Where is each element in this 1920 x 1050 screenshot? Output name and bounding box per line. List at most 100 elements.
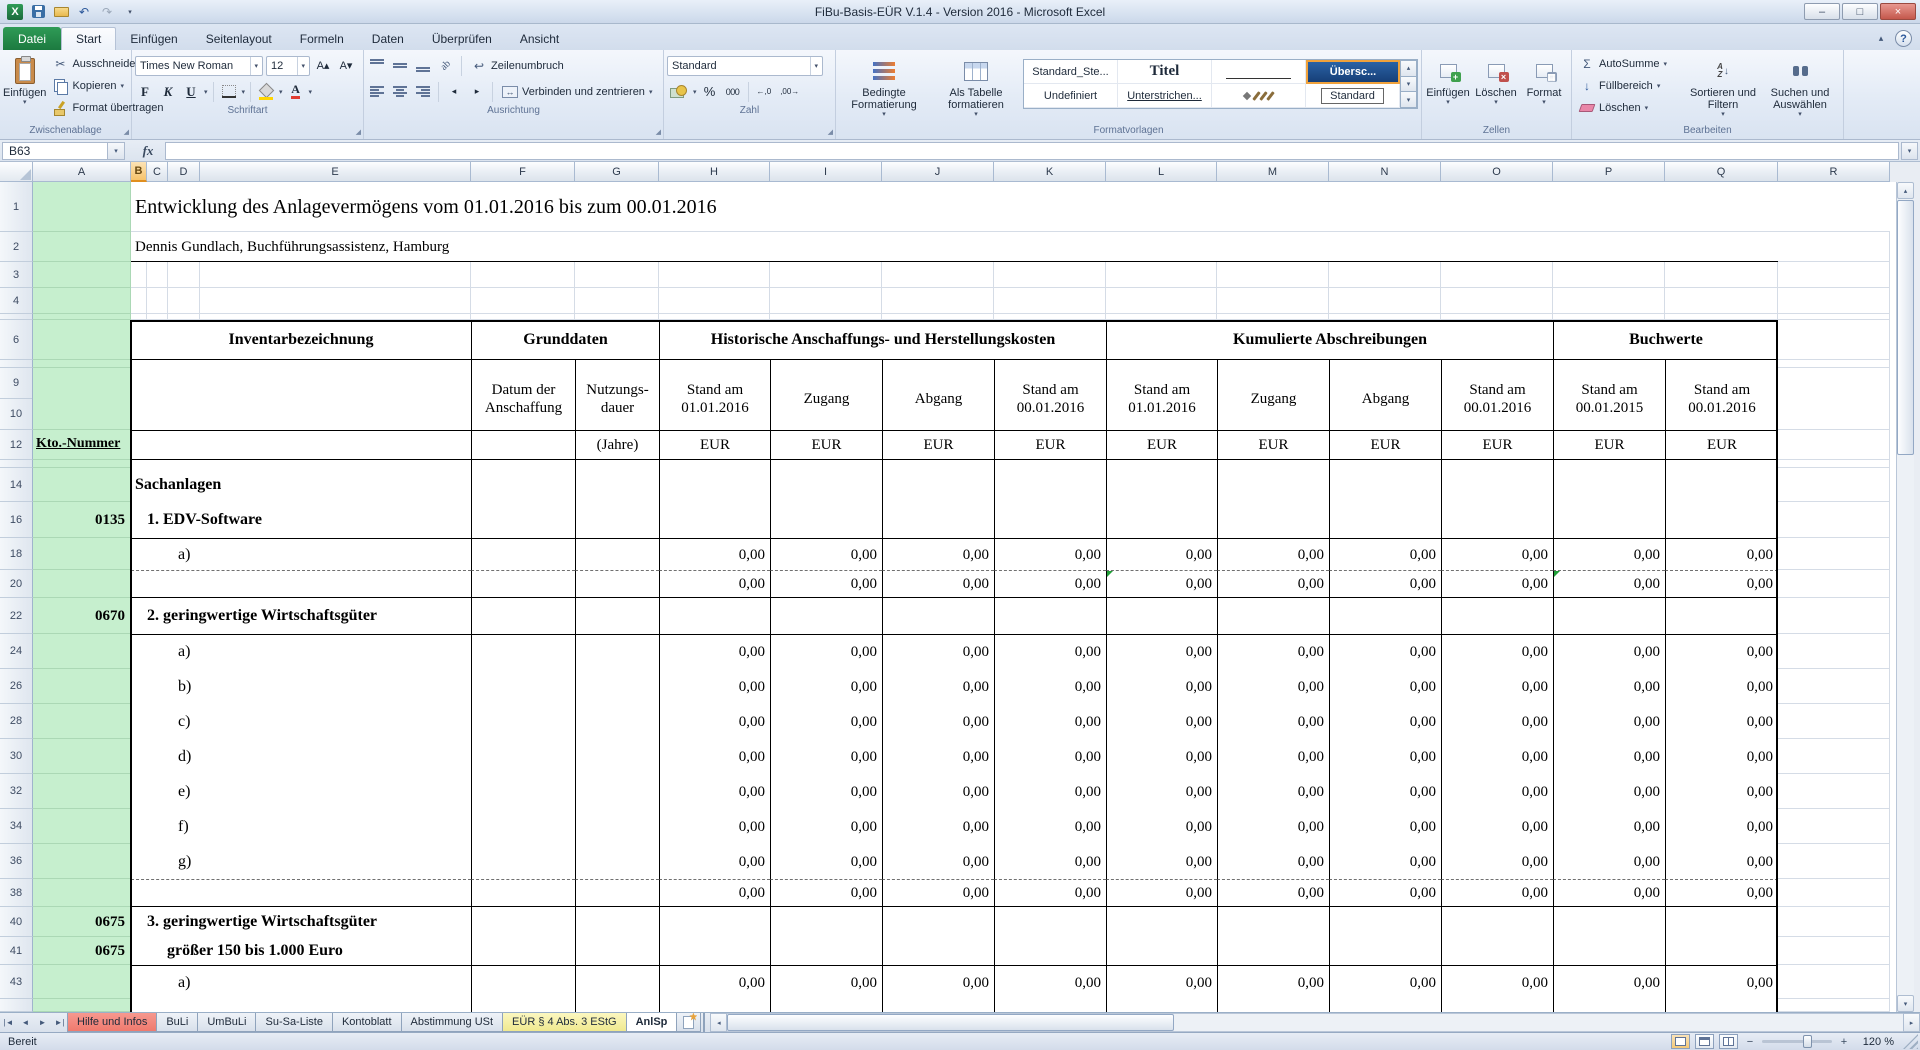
grid-cell[interactable] xyxy=(1553,937,1665,965)
grid-cell[interactable]: 0,00 xyxy=(994,739,1106,774)
select-all-corner[interactable] xyxy=(0,162,33,182)
zoom-out-button[interactable]: − xyxy=(1743,1035,1757,1049)
grid-cell[interactable]: 0,00 xyxy=(1217,704,1329,739)
grid-cell[interactable]: 0,00 xyxy=(770,669,882,704)
qat-customize-button[interactable]: ▾ xyxy=(120,3,140,21)
grid-cell[interactable] xyxy=(471,468,575,502)
formula-input[interactable] xyxy=(165,142,1899,160)
grid-cell[interactable] xyxy=(33,232,131,262)
underline-dropdown[interactable]: ▾ xyxy=(204,88,208,96)
grid-cell[interactable] xyxy=(471,774,575,809)
column-header-M[interactable]: M xyxy=(1217,162,1329,182)
grid-cell[interactable]: 0,00 xyxy=(1329,570,1441,598)
column-header-B[interactable]: B xyxy=(131,162,147,182)
grid-cell[interactable] xyxy=(1441,262,1553,288)
grid-cell[interactable]: 0,00 xyxy=(882,844,994,879)
grid-cell[interactable] xyxy=(471,460,575,468)
row-header[interactable]: 41 xyxy=(0,937,33,965)
grid-cell[interactable] xyxy=(471,739,575,774)
cell-style-item[interactable]: Undefiniert xyxy=(1024,84,1118,108)
grid-cell[interactable] xyxy=(575,999,659,1012)
column-header-L[interactable]: L xyxy=(1106,162,1217,182)
currency-dropdown[interactable]: ▾ xyxy=(693,88,697,96)
horizontal-scrollbar-track[interactable] xyxy=(727,1013,1903,1032)
grid-cell[interactable] xyxy=(1778,598,1890,634)
grid-cell[interactable] xyxy=(994,460,1106,468)
decrease-indent-button[interactable]: ◂ xyxy=(444,82,464,102)
row-header[interactable]: 1 xyxy=(0,182,33,232)
grid-cell[interactable] xyxy=(575,739,659,774)
grid-cell[interactable]: 0,00 xyxy=(1106,704,1217,739)
grid-cell[interactable]: 0,00 xyxy=(882,965,994,999)
resize-grip[interactable] xyxy=(1903,1034,1918,1049)
grid-cell[interactable] xyxy=(1441,460,1553,468)
grow-font-button[interactable]: A▴ xyxy=(313,56,333,76)
tab-einfuegen[interactable]: Einfügen xyxy=(116,27,191,50)
grid-cell[interactable]: c) xyxy=(131,704,471,739)
grid-cell[interactable]: 0,00 xyxy=(1441,879,1553,907)
font-color-dropdown[interactable]: ▾ xyxy=(309,88,313,96)
grid-cell[interactable]: 0,00 xyxy=(659,538,770,570)
grid-cell[interactable] xyxy=(575,570,659,598)
grid-cell[interactable]: 0,00 xyxy=(1665,844,1778,879)
grid-cell[interactable]: 0,00 xyxy=(882,879,994,907)
sheet-tab-su-sa-liste[interactable]: Su-Sa-Liste xyxy=(255,1013,332,1032)
grid-cell[interactable]: 1. EDV-Software xyxy=(131,502,471,538)
insert-function-button[interactable]: fx xyxy=(135,142,161,160)
fill-color-button[interactable] xyxy=(256,82,276,102)
grid-cell[interactable]: 0,00 xyxy=(1106,634,1217,669)
grid-cell[interactable]: EUR xyxy=(1106,430,1217,460)
grid-cell[interactable] xyxy=(1106,288,1217,314)
grid-cell[interactable] xyxy=(471,360,575,368)
grid-cell[interactable]: 0,00 xyxy=(1553,570,1665,598)
grid-cell[interactable] xyxy=(1665,907,1778,937)
grid-cell[interactable] xyxy=(33,739,131,774)
grid-cell[interactable] xyxy=(168,262,200,288)
font-name-combo[interactable]: Times New Roman▾ xyxy=(135,56,263,76)
grid-cell[interactable] xyxy=(770,937,882,965)
grid-cell[interactable] xyxy=(131,288,147,314)
scroll-right-button[interactable]: ▸ xyxy=(1903,1013,1920,1032)
grid-cell[interactable]: 0,00 xyxy=(1553,809,1665,844)
grid-cell[interactable] xyxy=(471,430,575,460)
grid-cell[interactable]: 0,00 xyxy=(1329,965,1441,999)
grid-cell[interactable]: 0,00 xyxy=(770,844,882,879)
grid-cell[interactable]: 0,00 xyxy=(1329,879,1441,907)
grid-cell[interactable] xyxy=(659,262,770,288)
grid-cell[interactable] xyxy=(575,704,659,739)
grid-cell[interactable] xyxy=(471,844,575,879)
grid-cell[interactable]: Grunddaten xyxy=(471,320,659,360)
grid-cell[interactable] xyxy=(994,999,1106,1012)
grid-cell[interactable]: 0,00 xyxy=(659,704,770,739)
grid-cell[interactable] xyxy=(575,774,659,809)
grid-cell[interactable]: 0,00 xyxy=(994,844,1106,879)
save-button[interactable] xyxy=(28,3,48,21)
grid-cell[interactable]: 0,00 xyxy=(770,570,882,598)
grid-cell[interactable]: Abgang xyxy=(882,368,994,430)
column-header-P[interactable]: P xyxy=(1553,162,1665,182)
grid-cell[interactable]: 0,00 xyxy=(1106,965,1217,999)
grid-cell[interactable] xyxy=(1217,262,1329,288)
grid-cell[interactable] xyxy=(33,182,131,232)
grid-cell[interactable] xyxy=(1329,360,1441,368)
grid-cell[interactable]: 0,00 xyxy=(1665,879,1778,907)
borders-button[interactable] xyxy=(219,82,239,102)
help-button[interactable]: ? xyxy=(1895,30,1912,47)
grid-cell[interactable] xyxy=(659,937,770,965)
grid-cell[interactable]: 0,00 xyxy=(882,704,994,739)
grid-cell[interactable]: (Jahre) xyxy=(575,430,659,460)
grid-cell[interactable] xyxy=(1778,739,1890,774)
grid-cell[interactable] xyxy=(575,937,659,965)
grid-cell[interactable]: 0,00 xyxy=(1441,538,1553,570)
conditional-formatting-button[interactable]: Bedingte Formatierung ▾ xyxy=(839,53,929,124)
grid-cell[interactable]: 0,00 xyxy=(1665,774,1778,809)
format-as-table-button[interactable]: Als Tabelle formatieren ▾ xyxy=(931,53,1021,124)
align-right-button[interactable] xyxy=(413,82,433,102)
grid-cell[interactable]: EUR xyxy=(1665,430,1778,460)
column-header-E[interactable]: E xyxy=(200,162,471,182)
row-header[interactable]: 28 xyxy=(0,704,33,739)
grid-cell[interactable]: EUR xyxy=(882,430,994,460)
open-button[interactable] xyxy=(51,3,71,21)
grid-cell[interactable]: 0,00 xyxy=(1665,965,1778,999)
grid-cell[interactable]: 0,00 xyxy=(1553,669,1665,704)
